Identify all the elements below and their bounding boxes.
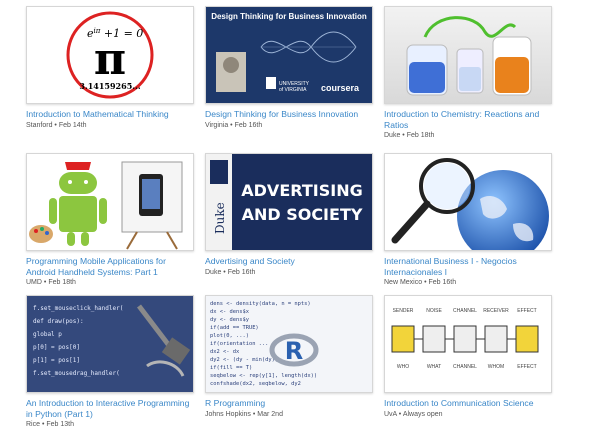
diagram-label: CHANNEL bbox=[453, 308, 477, 314]
android-painter-icon bbox=[29, 161, 183, 250]
course-meta: Duke • Feb 18th bbox=[384, 132, 435, 139]
course-thumbnail[interactable]: eiπ +1 = 0 π 3.14159265... bbox=[26, 6, 194, 104]
code-line: p[1] = pos[1] bbox=[33, 357, 80, 364]
design-thinking-banner: Design Thinking for Business Innovation … bbox=[206, 7, 372, 103]
course-title-link[interactable]: Introduction to Communication Science bbox=[384, 398, 552, 409]
course-title-link[interactable]: Introduction to Chemistry: Reactions and… bbox=[384, 109, 552, 130]
course-meta: Stanford • Feb 14th bbox=[26, 121, 87, 129]
course-title-link[interactable]: Programming Mobile Applications for Andr… bbox=[26, 256, 194, 277]
diagram-box bbox=[484, 325, 508, 353]
diagram-label: WHO bbox=[397, 364, 409, 370]
diagram-label: WHOM bbox=[488, 364, 504, 370]
course-thumbnail[interactable]: Design Thinking for Business Innovation … bbox=[205, 6, 373, 104]
svg-text:coursera: coursera bbox=[321, 83, 360, 93]
code-line: dy2 <- (dy - min(dy)) bbox=[210, 357, 278, 363]
course-meta: New Mexico • Feb 16th bbox=[384, 279, 457, 286]
course-meta: Johns Hopkins • Mar 2nd bbox=[205, 410, 283, 418]
diagram-label: EFFECT bbox=[517, 364, 536, 370]
globe-magnifier-icon bbox=[391, 158, 549, 250]
course-title-link[interactable]: An Introduction to Interactive Programmi… bbox=[26, 398, 194, 419]
code-line: global p bbox=[33, 331, 62, 338]
course-thumbnail[interactable] bbox=[384, 6, 552, 104]
pi-circle-icon: eiπ +1 = 0 π 3.14159265... bbox=[66, 11, 154, 99]
code-line: if(orientation ... bbox=[210, 341, 268, 347]
diagram-label: NOISE bbox=[426, 308, 442, 314]
course-meta: UMD • Feb 18th bbox=[26, 279, 76, 286]
course-thumbnail[interactable]: f.set_mouseclick_handler(def draw(pos): … bbox=[26, 295, 194, 393]
code-line: dens <- density(data, n = npts) bbox=[210, 301, 311, 307]
course-meta: Duke • Feb 16th bbox=[205, 268, 256, 276]
code-line: p[0] = pos[0] bbox=[33, 344, 80, 351]
course-thumbnail[interactable]: Duke ADVERTISING AND SOCIETY bbox=[205, 153, 373, 251]
course-card[interactable]: Design Thinking for Business Innovation … bbox=[205, 6, 373, 129]
code-line: f.set_mouseclick_handler( bbox=[33, 305, 123, 312]
python-code-banner: f.set_mouseclick_handler(def draw(pos): … bbox=[27, 296, 193, 392]
code-line: if(fill == T) bbox=[210, 365, 252, 371]
code-line: def draw(pos): bbox=[33, 318, 84, 325]
svg-text:of VIRGINIA: of VIRGINIA bbox=[279, 87, 307, 93]
advertising-banner: Duke ADVERTISING AND SOCIETY bbox=[206, 154, 372, 250]
course-title-link[interactable]: Introduction to Mathematical Thinking bbox=[26, 109, 194, 120]
code-line: dx <- dens$x bbox=[210, 309, 250, 315]
diagram-label: EFFECT bbox=[517, 308, 536, 314]
course-card[interactable]: f.set_mouseclick_handler(def draw(pos): … bbox=[26, 295, 194, 428]
diagram-box bbox=[453, 325, 477, 353]
r-code-banner: dens <- density(data, n = npts) dx <- de… bbox=[206, 296, 372, 392]
chemistry-beakers-image bbox=[406, 16, 532, 96]
svg-text:AND SOCIETY: AND SOCIETY bbox=[242, 205, 363, 224]
code-line: plot(0, ...) bbox=[210, 333, 249, 339]
diagram-label: SENDER bbox=[393, 308, 414, 314]
course-card[interactable]: Duke ADVERTISING AND SOCIETY Advertising… bbox=[205, 153, 373, 276]
diagram-label: RECEIVER bbox=[483, 308, 509, 314]
course-card[interactable]: eiπ +1 = 0 π 3.14159265... Introduction … bbox=[26, 6, 194, 129]
svg-text:ADVERTISING: ADVERTISING bbox=[241, 181, 362, 200]
code-line: if(add == TRUE) bbox=[210, 325, 259, 331]
svg-text:Design Thinking for Business I: Design Thinking for Business Innovation bbox=[211, 12, 367, 21]
course-card[interactable]: dens <- density(data, n = npts) dx <- de… bbox=[205, 295, 373, 418]
course-title-link[interactable]: International Business I - Negocios Inte… bbox=[384, 256, 552, 277]
course-thumbnail[interactable] bbox=[26, 153, 194, 251]
course-meta: Virginia • Feb 16th bbox=[205, 121, 263, 129]
code-line: seqbelow <- rep(y[1], length(dx)) bbox=[210, 373, 317, 379]
diagram-label: WHAT bbox=[427, 364, 441, 370]
svg-text:3.14159265...: 3.14159265... bbox=[79, 81, 140, 91]
svg-text:π: π bbox=[94, 34, 126, 85]
svg-text:Duke: Duke bbox=[213, 202, 227, 234]
code-line: f.set_mousedrag_handler( bbox=[33, 370, 120, 377]
code-line: dy <- dens$y bbox=[210, 317, 250, 323]
diagram-label: CHANNEL bbox=[453, 364, 477, 370]
course-card[interactable]: Programming Mobile Applications for Andr… bbox=[26, 153, 194, 286]
course-title-link[interactable]: Design Thinking for Business Innovation bbox=[205, 109, 373, 120]
svg-text:R: R bbox=[285, 337, 303, 365]
diagram-box bbox=[422, 325, 446, 353]
course-thumbnail[interactable] bbox=[384, 153, 552, 251]
diagram-box bbox=[515, 325, 539, 353]
course-thumbnail[interactable]: SENDER NOISE CHANNEL RECEIVER EFFECT WHO WHAT… bbox=[384, 295, 552, 393]
course-title-link[interactable]: R Programming bbox=[205, 398, 373, 409]
course-card[interactable]: International Business I - Negocios Inte… bbox=[384, 153, 552, 286]
course-card[interactable]: Introduction to Chemistry: Reactions and… bbox=[384, 6, 552, 139]
course-thumbnail[interactable]: dens <- density(data, n = npts) dx <- de… bbox=[205, 295, 373, 393]
code-line: dx2 <- dx bbox=[210, 349, 240, 355]
diagram-box bbox=[391, 325, 415, 353]
course-title-link[interactable]: Advertising and Society bbox=[205, 256, 373, 267]
code-line: confshade(dx2, seqbelow, dy2 bbox=[210, 381, 301, 387]
communication-model-diagram: SENDER NOISE CHANNEL RECEIVER EFFECT WHO WHAT… bbox=[391, 308, 539, 370]
course-meta: UvA • Always open bbox=[384, 410, 443, 418]
course-card[interactable]: SENDER NOISE CHANNEL RECEIVER EFFECT WHO WHAT… bbox=[384, 295, 552, 418]
